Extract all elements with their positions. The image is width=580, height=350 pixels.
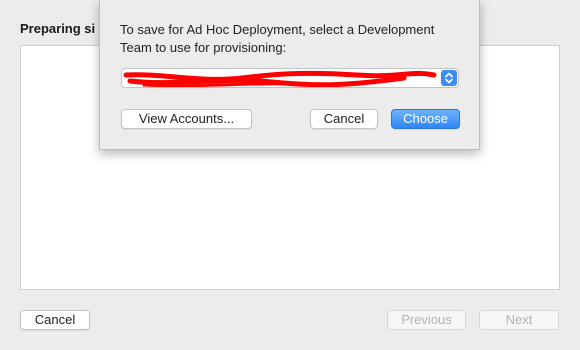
choose-button[interactable]: Choose (391, 109, 460, 129)
page-heading: Preparing si (20, 21, 96, 36)
sheet-message: To save for Ad Hoc Deployment, select a … (120, 22, 435, 55)
sheet-cancel-button[interactable]: Cancel (310, 109, 378, 129)
view-accounts-button[interactable]: View Accounts... (121, 109, 252, 129)
cancel-button[interactable]: Cancel (20, 310, 90, 330)
redaction-scribble (123, 70, 437, 87)
previous-button[interactable]: Previous (387, 310, 466, 330)
chevron-updown-icon (441, 70, 457, 86)
development-team-select[interactable] (121, 68, 459, 88)
team-selection-sheet: To save for Ad Hoc Deployment, select a … (99, 0, 480, 150)
next-button[interactable]: Next (479, 310, 559, 330)
